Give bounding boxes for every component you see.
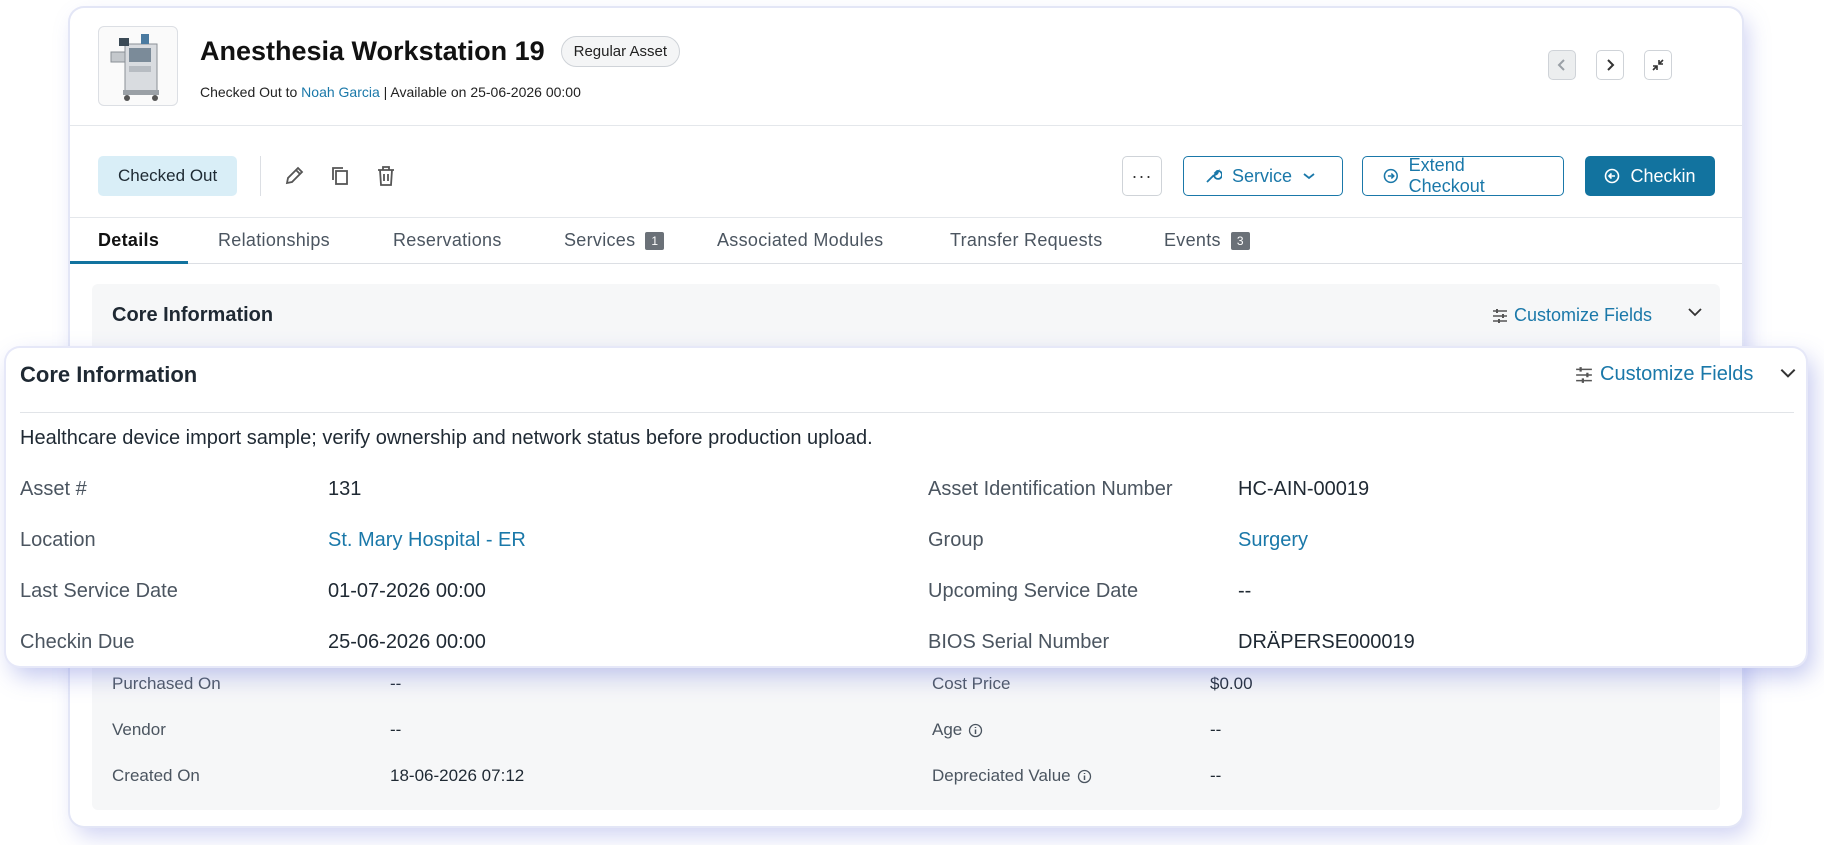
depreciated-value-label: Depreciated Value (932, 766, 1092, 786)
active-tab-indicator (70, 261, 188, 264)
sliders-icon (1576, 366, 1592, 383)
created-on-value: 18-06-2026 07:12 (390, 766, 525, 785)
arrow-circle-right-icon (1383, 168, 1398, 184)
customize-fields-label: Customize Fields (1513, 305, 1652, 325)
chevron-down-icon[interactable] (1778, 366, 1798, 380)
tab-details[interactable]: Details (98, 230, 159, 251)
customize-fields-label: Customize Fields (1600, 363, 1754, 385)
cost-price-label: Cost Price (932, 674, 1011, 693)
core-information-zoom-card: Core Information Customize Fields Health… (6, 348, 1806, 666)
more-actions-button[interactable]: ··· (1122, 156, 1162, 196)
bios-serial-label: BIOS Serial Number (928, 631, 1110, 653)
info-icon[interactable] (1077, 769, 1092, 784)
checked-out-user-link[interactable]: Noah Garcia (301, 84, 380, 100)
tab-reservations[interactable]: Reservations (393, 230, 502, 251)
asset-type-badge: Regular Asset (560, 36, 680, 67)
checkin-due-value: 25-06-2026 00:00 (328, 631, 486, 653)
extend-checkout-label: Extend Checkout (1408, 155, 1485, 196)
location-link[interactable]: St. Mary Hospital - ER (328, 529, 526, 552)
tab-label: Transfer Requests (950, 230, 1103, 250)
collapse-view-button[interactable] (1644, 50, 1672, 80)
tab-services[interactable]: Services 1 (564, 230, 665, 251)
chevron-down-icon[interactable] (1686, 306, 1704, 318)
asset-number-value: 131 (328, 478, 362, 500)
checkin-button[interactable]: Checkin (1585, 156, 1715, 196)
checkin-label: Checkin (1630, 165, 1696, 186)
copy-icon (332, 167, 348, 185)
cost-price-value: $0.00 (1210, 674, 1253, 693)
pencil-icon (285, 166, 304, 185)
detail-tabs: Details Relationships Reservations Servi… (70, 218, 1742, 264)
asset-number-label: Asset # (20, 478, 87, 500)
asset-identification-label: Asset Identification Number (928, 478, 1173, 500)
tab-transfer-requests[interactable]: Transfer Requests (950, 230, 1103, 251)
sliders-icon (1492, 308, 1507, 323)
chevron-right-icon (1607, 59, 1615, 71)
checked-out-prefix: Checked Out to (200, 84, 298, 100)
asset-description: Healthcare device import sample; verify … (20, 427, 873, 449)
tab-label: Reservations (393, 230, 502, 250)
action-toolbar: Checked Out ··· Service Extend Checkout … (70, 126, 1742, 218)
customize-fields-link[interactable]: Customize Fields (1492, 305, 1652, 326)
wrench-icon (1206, 169, 1222, 183)
purchased-on-value: -- (390, 674, 402, 693)
divider (20, 412, 1794, 413)
duplicate-button[interactable] (326, 162, 354, 190)
asset-identification-value: HC-AIN-00019 (1238, 478, 1370, 500)
services-count-badge: 1 (645, 231, 665, 250)
collapse-arrows-icon (1652, 59, 1664, 71)
bios-serial-value: DRÄPERSE000019 (1238, 631, 1415, 653)
status-badge: Checked Out (98, 156, 238, 196)
last-service-date-label: Last Service Date (20, 580, 178, 602)
age-value: -- (1210, 720, 1222, 739)
chevron-down-icon (1303, 173, 1315, 180)
location-label: Location (20, 529, 96, 551)
group-link[interactable]: Surgery (1238, 529, 1308, 552)
asset-thumbnail (98, 26, 178, 106)
checkin-due-label: Checkin Due (20, 631, 135, 653)
vendor-value: -- (390, 720, 402, 739)
depreciated-label-text: Depreciated Value (932, 766, 1071, 785)
checkout-status-line: Checked Out to Noah Garcia | Available o… (200, 84, 581, 100)
tab-relationships[interactable]: Relationships (218, 230, 330, 251)
vendor-label: Vendor (112, 720, 166, 739)
tab-label: Services (564, 230, 636, 250)
record-navigation (1548, 50, 1672, 80)
purchased-on-label: Purchased On (112, 674, 221, 693)
events-count-badge: 3 (1230, 231, 1250, 250)
tab-label: Associated Modules (717, 230, 884, 250)
asset-title: Anesthesia Workstation 19 (200, 36, 545, 66)
last-service-date-value: 01-07-2026 00:00 (328, 580, 486, 602)
upcoming-service-date-value: -- (1238, 580, 1252, 602)
age-label-text: Age (932, 720, 963, 739)
tab-label: Events (1164, 230, 1221, 250)
section-title: Core Information (112, 304, 274, 326)
section-title: Core Information (20, 362, 198, 387)
info-icon[interactable] (968, 723, 983, 738)
upcoming-service-date-label: Upcoming Service Date (928, 580, 1139, 602)
tab-events[interactable]: Events 3 (1164, 230, 1250, 251)
created-on-label: Created On (112, 766, 200, 785)
extend-checkout-button[interactable]: Extend Checkout (1362, 155, 1564, 196)
tab-associated-modules[interactable]: Associated Modules (717, 230, 884, 251)
tab-label: Details (98, 230, 160, 250)
service-dropdown-button[interactable]: Service (1183, 156, 1343, 196)
availability-text: | Available on 25-06-2026 00:00 (383, 84, 581, 100)
chevron-left-icon (1557, 59, 1565, 71)
group-label: Group (928, 529, 984, 551)
edit-button[interactable] (280, 162, 308, 190)
asset-header: Anesthesia Workstation 19 Regular Asset … (70, 8, 1742, 126)
previous-record-button[interactable] (1548, 50, 1576, 80)
arrow-circle-left-icon (1605, 168, 1620, 184)
age-label: Age (932, 720, 983, 740)
toolbar-divider (260, 156, 261, 196)
depreciated-value: -- (1210, 766, 1222, 785)
trash-icon (378, 166, 394, 186)
tab-label: Relationships (218, 230, 330, 250)
delete-button[interactable] (372, 162, 400, 190)
next-record-button[interactable] (1596, 50, 1624, 80)
service-button-label: Service (1232, 165, 1293, 186)
customize-fields-link[interactable]: Customize Fields (1575, 363, 1753, 386)
